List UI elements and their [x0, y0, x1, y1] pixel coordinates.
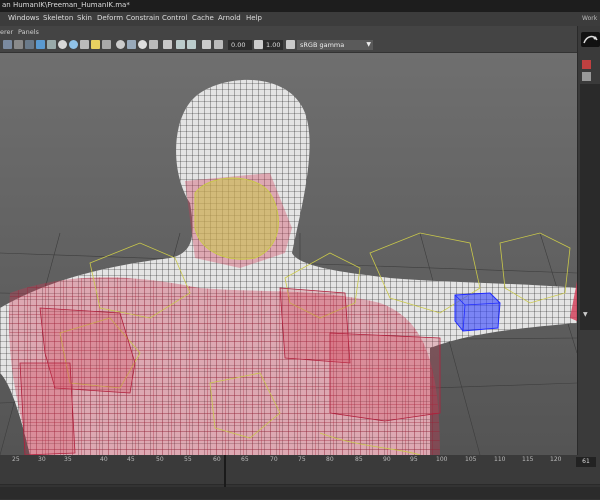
- menu-windows[interactable]: Windows: [8, 14, 39, 22]
- tick-label: 95: [410, 456, 418, 463]
- ambient-occlusion-icon[interactable]: [116, 40, 125, 49]
- exposure-reset-icon[interactable]: [214, 40, 223, 49]
- workspace-selector[interactable]: Work: [577, 12, 600, 26]
- right-side-panel: ▼: [577, 26, 600, 455]
- current-frame-field[interactable]: 61: [576, 457, 596, 467]
- tick-label: 105: [465, 456, 477, 463]
- time-ruler[interactable]: 25 30 35 40 45 50 55 60 65 70 75 80 85 9…: [0, 455, 600, 485]
- camera-icon[interactable]: [3, 40, 12, 49]
- tick-label: 70: [270, 456, 278, 463]
- range-slider[interactable]: [0, 487, 600, 499]
- tick-label: 110: [494, 456, 506, 463]
- time-slider[interactable]: 25 30 35 40 45 50 55 60 65 70 75 80 85 9…: [0, 455, 600, 500]
- gamma-field[interactable]: 1.00: [263, 40, 283, 50]
- panel-menu-renderer[interactable]: erer: [0, 28, 13, 36]
- color-management-icon[interactable]: [286, 40, 295, 49]
- exposure-field[interactable]: 0.00: [228, 40, 252, 50]
- menu-help[interactable]: Help: [246, 14, 262, 22]
- tick-label: 25: [12, 456, 20, 463]
- textured-icon[interactable]: [80, 40, 89, 49]
- depth-of-field-icon[interactable]: [149, 40, 158, 49]
- menu-cache[interactable]: Cache: [192, 14, 214, 22]
- chevron-down-icon[interactable]: ▼: [583, 311, 588, 318]
- humanik-logo-icon: [581, 32, 600, 47]
- panel-menu-bar: erer Panels: [0, 26, 577, 37]
- menu-arnold[interactable]: Arnold: [218, 14, 241, 22]
- menu-deform[interactable]: Deform: [97, 14, 123, 22]
- xray-icon[interactable]: [176, 40, 185, 49]
- pencil-tool-icon[interactable]: [582, 72, 591, 81]
- menu-constrain[interactable]: Constrain: [126, 14, 160, 22]
- 3d-viewport[interactable]: [0, 53, 577, 455]
- tick-label: 40: [100, 456, 108, 463]
- body-mesh: [0, 79, 577, 455]
- resolution-gate-icon[interactable]: [25, 40, 34, 49]
- grid-icon[interactable]: [36, 40, 45, 49]
- isolate-select-icon[interactable]: [163, 40, 172, 49]
- chevron-down-icon: ▼: [366, 41, 371, 48]
- tick-label: 75: [298, 456, 306, 463]
- tick-label: 100: [436, 456, 448, 463]
- anti-aliasing-icon[interactable]: [138, 40, 147, 49]
- shadows-icon[interactable]: [102, 40, 111, 49]
- tick-label: 90: [383, 456, 391, 463]
- exposure-icon[interactable]: [202, 40, 211, 49]
- menu-skin[interactable]: Skin: [77, 14, 92, 22]
- viewport-scene: [0, 79, 577, 455]
- motion-blur-icon[interactable]: [127, 40, 136, 49]
- tick-label: 80: [326, 456, 334, 463]
- tick-label: 55: [184, 456, 192, 463]
- title-bar: an HumanIK\Freeman_HumanIK.ma*: [0, 0, 600, 12]
- main-menu-bar: Windows Skeleton Skin Deform Constrain C…: [0, 12, 577, 26]
- wireframe-icon[interactable]: [47, 40, 56, 49]
- wireframe-on-shaded-icon[interactable]: [69, 40, 78, 49]
- character-controls-panel[interactable]: [580, 84, 600, 330]
- tick-label: 115: [522, 456, 534, 463]
- tick-label: 60: [213, 456, 221, 463]
- panel-menu-panels[interactable]: Panels: [18, 28, 39, 36]
- tick-label: 50: [156, 456, 164, 463]
- gamma-icon[interactable]: [254, 40, 263, 49]
- film-gate-icon[interactable]: [14, 40, 23, 49]
- tick-label: 45: [127, 456, 135, 463]
- xray-joints-icon[interactable]: [187, 40, 196, 49]
- tick-label: 30: [38, 456, 46, 463]
- tick-label: 120: [550, 456, 562, 463]
- tick-label: 85: [355, 456, 363, 463]
- viewport-toolbar: 0.00 1.00 sRGB gamma ▼: [0, 37, 577, 53]
- menu-skeleton[interactable]: Skeleton: [43, 14, 73, 22]
- window-title: an HumanIK\Freeman_HumanIK.ma*: [2, 1, 130, 9]
- workspace-label: Work: [582, 15, 598, 22]
- tick-label: 35: [64, 456, 72, 463]
- color-management-value: sRGB gamma: [300, 41, 345, 49]
- lights-icon[interactable]: [91, 40, 100, 49]
- menu-control[interactable]: Control: [162, 14, 187, 22]
- smooth-shade-icon[interactable]: [58, 40, 67, 49]
- color-management-dropdown[interactable]: sRGB gamma ▼: [297, 40, 373, 50]
- selected-joint-box: [454, 292, 501, 332]
- brush-tool-icon[interactable]: [582, 60, 591, 69]
- tick-label: 65: [241, 456, 249, 463]
